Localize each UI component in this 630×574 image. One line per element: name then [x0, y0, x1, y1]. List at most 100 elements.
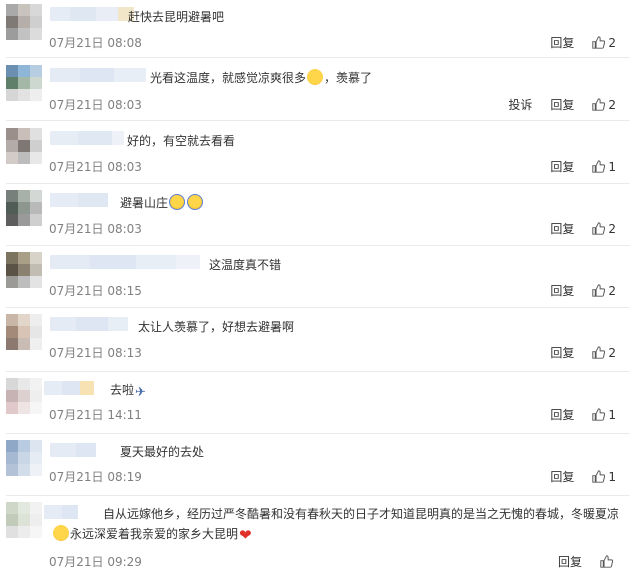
comment-item: 自从远嫁他乡，经历过严冬酷暑和没有春秋天的日子才知道昆明真的是当之无愧的春城，冬… [0, 498, 630, 574]
avatar[interactable] [6, 252, 42, 288]
reply-button[interactable]: 回复 [550, 34, 574, 51]
thumbs-up-icon [592, 346, 606, 359]
divider [6, 120, 630, 121]
comment-actions: 回复 1 [536, 406, 616, 423]
divider [6, 433, 630, 434]
reply-button[interactable]: 回复 [558, 553, 582, 570]
comment-actions: 回复 1 [536, 158, 616, 175]
comment-item: 太让人羡慕了，好想去避暑啊 07月21日 08:13 回复 2 [0, 310, 630, 372]
comment-time: 07月21日 08:03 [49, 98, 142, 112]
comment-text: 去啦✈ [110, 381, 152, 400]
airplane-emoji-icon: ✈ [135, 385, 146, 400]
scream-emoji-icon [187, 194, 204, 210]
username-blurred[interactable] [50, 130, 124, 145]
like-count: 2 [608, 97, 616, 112]
reply-button[interactable]: 回复 [550, 406, 574, 423]
like-count: 2 [608, 283, 616, 298]
username-blurred[interactable] [50, 254, 200, 269]
comment-list: 赶快去昆明避暑吧 07月21日 08:08 回复 2 光看这温度，就感觉凉爽很多… [0, 0, 630, 574]
divider [6, 495, 630, 496]
username-blurred[interactable] [44, 380, 94, 395]
comment-time: 07月21日 08:15 [49, 284, 142, 298]
comment-text: 太让人羡慕了，好想去避暑啊 [138, 320, 295, 334]
avatar[interactable] [6, 314, 42, 350]
like-button[interactable] [600, 555, 616, 568]
comment-item: 好的，有空就去看看 07月21日 08:03 回复 1 [0, 124, 630, 184]
comment-time: 07月21日 08:03 [49, 222, 142, 236]
comment-text: 赶快去昆明避暑吧 [128, 10, 225, 24]
reply-button[interactable]: 回复 [550, 220, 574, 237]
comment-actions: 投诉 回复 2 [494, 96, 616, 113]
username-blurred[interactable] [50, 67, 146, 82]
thumbs-up-icon [592, 470, 606, 483]
report-button[interactable]: 投诉 [508, 96, 532, 113]
reply-button[interactable]: 回复 [550, 158, 574, 175]
comment-actions: 回复 2 [536, 344, 616, 361]
comment-item: 这温度真不错 07月21日 08:15 回复 2 [0, 248, 630, 308]
avatar[interactable] [6, 190, 42, 226]
comment-text: 好的，有空就去看看 [127, 134, 236, 148]
smile-emoji-icon [53, 525, 69, 541]
avatar[interactable] [6, 65, 42, 101]
username-blurred[interactable] [44, 504, 78, 519]
username-blurred[interactable] [50, 6, 134, 21]
reply-button[interactable]: 回复 [550, 468, 574, 485]
divider [6, 57, 630, 58]
comment-actions: 回复 2 [536, 220, 616, 237]
comment-actions: 回复 1 [536, 468, 616, 485]
like-count: 2 [608, 221, 616, 236]
username-blurred[interactable] [50, 442, 96, 457]
reply-button[interactable]: 回复 [550, 96, 574, 113]
divider [6, 183, 630, 184]
avatar[interactable] [6, 440, 42, 476]
like-button[interactable]: 2 [592, 222, 616, 236]
like-count: 2 [608, 345, 616, 360]
comment-item: 光看这温度，就感觉凉爽很多 ，羡慕了 07月21日 08:03 投诉 回复 2 [0, 61, 630, 121]
comment-text: 光看这温度，就感觉凉爽很多 ，羡慕了 [150, 69, 373, 85]
avatar[interactable] [6, 378, 42, 414]
comment-time: 07月21日 08:19 [49, 470, 142, 484]
comment-text: 这温度真不错 [209, 258, 282, 272]
thumbs-up-icon [592, 222, 606, 235]
like-count: 1 [608, 407, 616, 422]
like-button[interactable]: 2 [592, 36, 616, 50]
like-button[interactable]: 1 [592, 160, 616, 174]
comment-time: 07月21日 08:03 [49, 160, 142, 174]
thumbs-up-icon [592, 408, 606, 421]
thumbs-up-icon [592, 160, 606, 173]
comment-text: 夏天最好的去处 [120, 445, 205, 459]
avatar[interactable] [6, 502, 42, 538]
like-count: 1 [608, 159, 616, 174]
thumbs-up-icon [592, 284, 606, 297]
smile-emoji-icon [307, 69, 324, 85]
like-button[interactable]: 2 [592, 98, 616, 112]
like-button[interactable]: 2 [592, 284, 616, 298]
comment-time: 07月21日 09:29 [49, 555, 142, 569]
avatar[interactable] [6, 128, 42, 164]
username-blurred[interactable] [50, 316, 128, 331]
divider [6, 371, 630, 372]
comment-text: 自从远嫁他乡，经历过严冬酷暑和没有春秋天的日子才知道昆明真的是当之无愧的春城，冬… [103, 507, 620, 521]
comment-text-line2: 永远深爱着我亲爱的家乡大昆明❤ [52, 525, 256, 544]
divider [6, 307, 630, 308]
username-blurred[interactable] [50, 192, 108, 207]
red-heart-emoji-icon: ❤ [239, 526, 252, 544]
avatar[interactable] [6, 4, 42, 40]
like-count: 2 [608, 35, 616, 50]
like-button[interactable]: 1 [592, 408, 616, 422]
reply-button[interactable]: 回复 [550, 282, 574, 299]
like-count: 1 [608, 469, 616, 484]
reply-button[interactable]: 回复 [550, 344, 574, 361]
thumbs-up-icon [592, 98, 606, 111]
comment-item: 夏天最好的去处 07月21日 08:19 回复 1 [0, 436, 630, 496]
comment-text: 避暑山庄 [120, 194, 204, 212]
thumbs-up-icon [600, 555, 613, 568]
like-button[interactable]: 2 [592, 346, 616, 360]
comment-time: 07月21日 14:11 [49, 408, 142, 422]
comment-item: 避暑山庄 07月21日 08:03 回复 2 [0, 186, 630, 246]
comment-item: 赶快去昆明避暑吧 07月21日 08:08 回复 2 [0, 0, 630, 58]
divider [6, 245, 630, 246]
thumbs-up-icon [592, 36, 606, 49]
like-button[interactable]: 1 [592, 470, 616, 484]
comment-actions: 回复 [544, 553, 616, 570]
